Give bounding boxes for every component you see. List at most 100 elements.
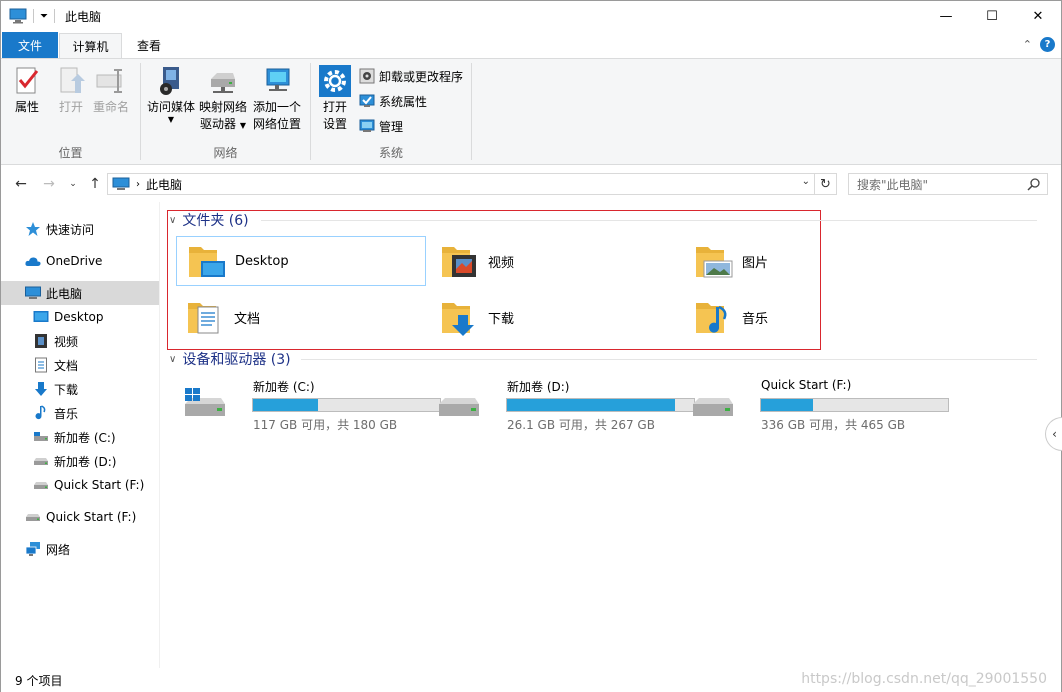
computer-icon	[25, 286, 41, 299]
drive-icon	[439, 398, 479, 416]
desktop-folder-icon	[189, 247, 225, 277]
nav-item-quick-start-f[interactable]: Quick Start (F:)	[1, 505, 159, 529]
tab-file[interactable]: 文件	[2, 32, 58, 58]
folder-tile-downloads[interactable]: 下载	[430, 292, 680, 342]
forward-arrow-icon[interactable]: →	[39, 174, 59, 194]
nav-item-label: 文档	[54, 358, 79, 373]
network-drive-icon	[211, 73, 235, 93]
group-label-location: 位置	[58, 146, 83, 160]
tab-view[interactable]: 查看	[123, 33, 175, 58]
collapse-ribbon-icon[interactable]: ⌃	[1023, 38, 1032, 51]
system-properties-label: 系统属性	[379, 94, 428, 109]
tab-computer[interactable]: 计算机	[59, 33, 122, 58]
nav-item-quick-access[interactable]: 快速访问	[1, 217, 159, 241]
folder-tile-desktop[interactable]: Desktop	[176, 236, 426, 286]
computer-icon[interactable]	[9, 8, 27, 24]
add-location-label-line1: 添加一个	[253, 100, 302, 114]
system-properties-button[interactable]: 系统属性	[359, 90, 427, 112]
drive-free-space: 26.1 GB 可用，共 267 GB	[507, 418, 655, 432]
map-drive-label-line2-wrap: 驱动器 ▼	[200, 116, 246, 134]
video-folder-icon	[442, 247, 476, 277]
folders-header-label: 文件夹 (6)	[182, 213, 249, 229]
network-location-icon	[266, 68, 290, 91]
properties-label: 属性	[14, 100, 39, 114]
download-icon	[35, 382, 47, 396]
rename-button[interactable]: 重命名	[93, 65, 129, 116]
address-row: ← → ⌄ ↑ › 此电脑 ⌄ ↻ 搜索"此电脑"	[1, 166, 1061, 202]
nav-item-label: 此电脑	[46, 286, 83, 301]
window-title: 此电脑	[65, 9, 102, 24]
minimize-button[interactable]: —	[923, 1, 969, 31]
open-settings-label-line2: 设置	[322, 117, 347, 131]
downloads-folder-icon	[442, 303, 474, 336]
nav-item-drive-d[interactable]: 新加卷 (D:)	[1, 449, 159, 473]
folder-tile-music[interactable]: 音乐	[684, 292, 934, 342]
drive-tile-c[interactable]: 新加卷 (C:) 117 GB 可用，共 180 GB	[181, 376, 441, 432]
manage-button[interactable]: 管理	[359, 115, 403, 137]
properties-button[interactable]: 属性	[11, 65, 43, 116]
help-icon[interactable]: ?	[1040, 37, 1055, 52]
search-input[interactable]: 搜索"此电脑"	[848, 173, 1048, 195]
open-button[interactable]: 打开	[55, 65, 87, 116]
item-count: 9 个项目	[15, 673, 63, 688]
drive-usage-bar	[252, 398, 441, 412]
nav-item-documents[interactable]: 文档	[1, 353, 159, 377]
access-media-button[interactable]: 访问媒体 ▼	[147, 65, 195, 124]
uninstall-program-button[interactable]: 卸载或更改程序	[359, 65, 463, 87]
open-settings-button[interactable]: 打开 设置	[319, 65, 351, 133]
map-network-drive-button[interactable]: 映射网络 驱动器 ▼	[199, 65, 247, 134]
nav-item-this-pc[interactable]: 此电脑	[1, 281, 159, 305]
folder-tile-pictures[interactable]: 图片	[684, 236, 934, 286]
content-area: ∨ 文件夹 (6) Desktop 视频 图片 文档 下载 音乐 ∨ 设备和驱动…	[161, 202, 1047, 668]
nav-item-drive-f[interactable]: Quick Start (F:)	[1, 473, 159, 497]
folder-tile-documents[interactable]: 文档	[176, 292, 426, 342]
drive-tile-d[interactable]: 新加卷 (D:) 26.1 GB 可用，共 267 GB	[435, 376, 695, 432]
properties-icon	[16, 67, 39, 94]
drive-usage-bar	[506, 398, 695, 412]
drive-tile-f[interactable]: Quick Start (F:) 336 GB 可用，共 465 GB	[689, 376, 949, 432]
breadcrumb-chevron-icon[interactable]: ›	[136, 179, 140, 190]
address-bar[interactable]: › 此电脑 ⌄ ↻	[107, 173, 837, 195]
maximize-button[interactable]: ☐	[969, 1, 1015, 31]
ribbon-group-location: 属性 打开 重命名 位置	[1, 59, 140, 164]
nav-item-music[interactable]: 音乐	[1, 401, 159, 425]
expand-pane-chevron-icon[interactable]: ‹	[1045, 417, 1062, 451]
music-folder-icon	[696, 303, 727, 333]
nav-item-label: 新加卷 (C:)	[54, 430, 116, 445]
nav-item-videos[interactable]: 视频	[1, 329, 159, 353]
close-button[interactable]: ✕	[1015, 1, 1061, 31]
toolbar-separator	[33, 9, 34, 23]
breadcrumb[interactable]: 此电脑	[146, 176, 182, 193]
folder-tile-videos[interactable]: 视频	[430, 236, 680, 286]
explorer-window: ⏷ 此电脑 — ☐ ✕ 文件 计算机 查看 ⌃ ? 属性 打开 重命名 位置 访…	[0, 0, 1062, 692]
navigation-pane: 快速访问 OneDrive 此电脑 Desktop 视频 文档 下载 音乐 新加…	[1, 202, 160, 668]
drive-icon	[26, 514, 40, 521]
search-icon[interactable]	[1027, 177, 1041, 191]
add-network-location-button[interactable]: 添加一个 网络位置	[253, 65, 301, 133]
recent-locations-chevron-icon[interactable]: ⌄	[63, 174, 83, 194]
nav-item-desktop[interactable]: Desktop	[1, 305, 159, 329]
nav-item-label: OneDrive	[46, 254, 103, 268]
customize-toolbar-icon[interactable]: ⏷	[40, 11, 48, 22]
open-label: 打开	[58, 100, 83, 114]
nav-item-downloads[interactable]: 下载	[1, 377, 159, 401]
drive-name: 新加卷 (D:)	[507, 380, 570, 394]
collapse-chevron-icon[interactable]: ∨	[169, 354, 176, 365]
refresh-icon[interactable]: ↻	[814, 174, 836, 194]
address-history-dropdown-icon[interactable]: ⌄	[802, 176, 810, 187]
up-arrow-icon[interactable]: ↑	[85, 174, 105, 194]
nav-item-onedrive[interactable]: OneDrive	[1, 249, 159, 273]
search-placeholder: 搜索"此电脑"	[857, 177, 929, 192]
folders-section-header[interactable]: ∨ 文件夹 (6)	[169, 210, 249, 230]
map-drive-label-line2: 驱动器	[200, 117, 237, 131]
back-arrow-icon[interactable]: ←	[11, 174, 31, 194]
nav-item-drive-c[interactable]: 新加卷 (C:)	[1, 425, 159, 449]
section-divider	[301, 359, 1037, 360]
nav-item-label: Quick Start (F:)	[46, 510, 137, 524]
collapse-chevron-icon[interactable]: ∨	[169, 215, 176, 226]
drives-section-header[interactable]: ∨ 设备和驱动器 (3)	[169, 349, 291, 369]
computer-icon	[112, 177, 130, 190]
nav-item-label: Quick Start (F:)	[54, 478, 145, 492]
nav-item-label: 音乐	[54, 406, 79, 421]
nav-item-network[interactable]: 网络	[1, 537, 159, 561]
